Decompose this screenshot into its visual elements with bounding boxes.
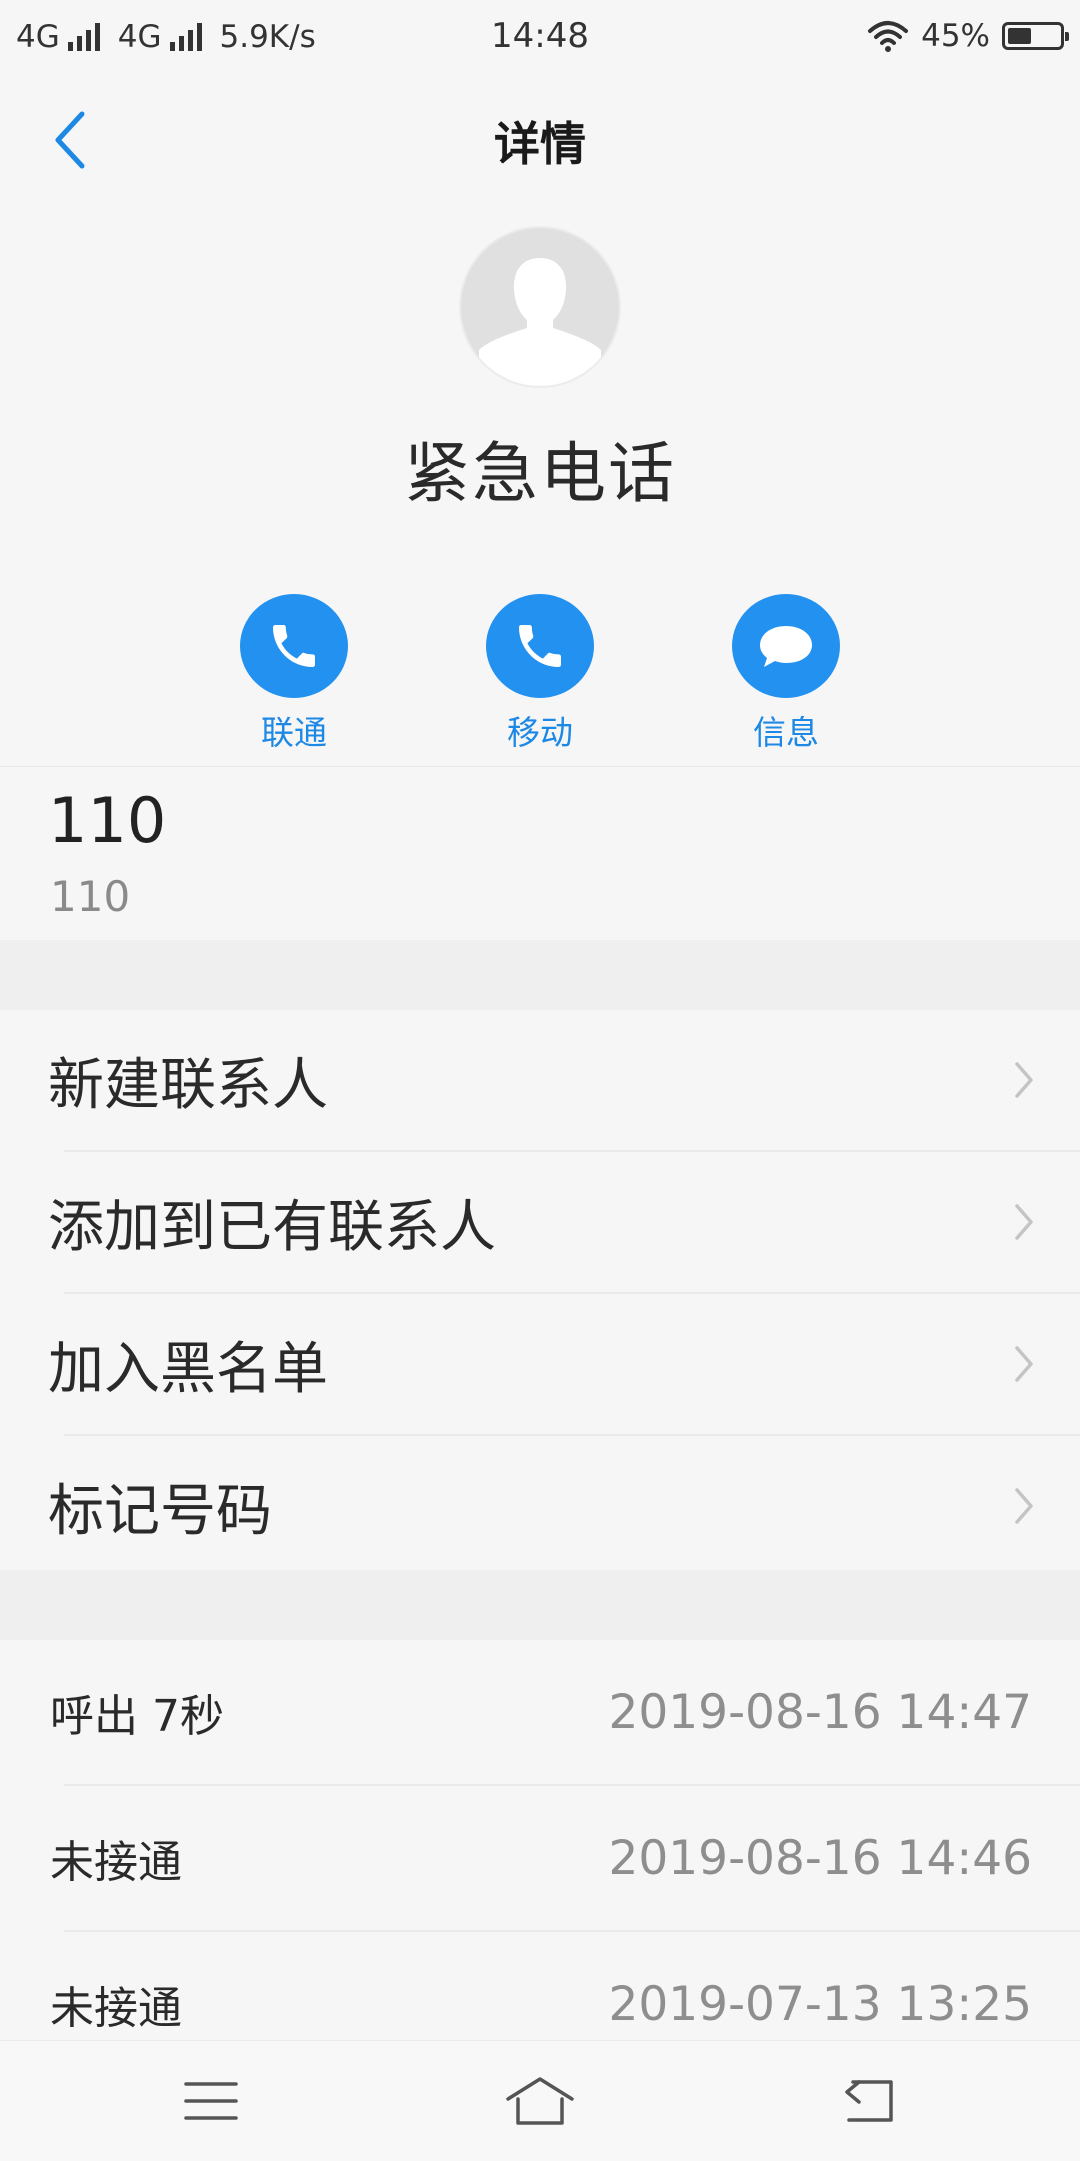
default-avatar-icon — [459, 226, 621, 388]
chevron-right-icon — [1015, 1204, 1033, 1240]
chevron-right-icon — [1015, 1346, 1033, 1382]
phone-icon — [273, 625, 315, 667]
action-label: 信息 — [753, 713, 819, 752]
call-type: 未接通 — [50, 1983, 182, 2034]
call-time: 2019-08-16 14:46 — [608, 1830, 1032, 1886]
add-to-blacklist-item[interactable]: 加入黑名单 — [48, 1292, 1080, 1434]
divider — [0, 766, 1080, 767]
action-menu: 新建联系人 添加到已有联系人 加入黑名单 标记号码 — [0, 1010, 1080, 1576]
status-right: 45% — [867, 14, 1069, 58]
call-log-row[interactable]: 未接通 2019-08-16 14:46 — [50, 1784, 1080, 1930]
menu-item-label: 加入黑名单 — [48, 1336, 328, 1402]
wifi-icon — [868, 21, 909, 52]
call-time: 2019-08-16 14:47 — [608, 1684, 1032, 1740]
menu-icon — [184, 2082, 238, 2120]
call-log-row[interactable]: 呼出 7秒 2019-08-16 14:47 — [0, 1640, 1080, 1784]
call-time: 2019-07-13 13:25 — [608, 1976, 1032, 2032]
section-separator — [0, 940, 1080, 1010]
phone-icon — [519, 625, 561, 667]
menu-button[interactable] — [151, 2061, 271, 2141]
menu-item-label: 新建联系人 — [48, 1052, 328, 1118]
action-label: 移动 — [507, 713, 573, 752]
home-button[interactable] — [480, 2061, 600, 2141]
message-button[interactable]: 信息 — [701, 594, 871, 754]
mark-number-item[interactable]: 标记号码 — [48, 1434, 1080, 1576]
menu-item-label: 添加到已有联系人 — [48, 1194, 496, 1260]
call-mobile-button[interactable]: 移动 — [455, 594, 625, 754]
action-label: 联通 — [261, 713, 327, 752]
back-icon — [845, 2080, 893, 2122]
home-icon — [506, 2077, 574, 2125]
call-type: 未接通 — [50, 1837, 182, 1888]
chevron-right-icon — [1015, 1062, 1033, 1098]
page-title: 详情 — [494, 117, 586, 171]
call-log: 呼出 7秒 2019-08-16 14:47 未接通 2019-08-16 14… — [0, 1640, 1080, 2076]
navigation-bar — [0, 2040, 1080, 2161]
section-separator — [0, 1570, 1080, 1640]
new-contact-item[interactable]: 新建联系人 — [0, 1010, 1080, 1150]
contact-name: 紧急电话 — [404, 435, 676, 512]
phone-number-secondary: 110 — [50, 872, 131, 921]
status-bar: 4G 4G 5.9K/s 14:48 45% — [0, 0, 1080, 74]
call-unicom-button[interactable]: 联通 — [209, 594, 379, 754]
chevron-right-icon — [1015, 1488, 1033, 1524]
battery-percent: 45% — [921, 18, 990, 54]
menu-item-label: 标记号码 — [48, 1478, 272, 1544]
system-back-button[interactable] — [809, 2061, 929, 2141]
add-to-existing-contact-item[interactable]: 添加到已有联系人 — [48, 1150, 1080, 1292]
message-icon — [760, 626, 812, 667]
battery-level — [1008, 28, 1031, 44]
call-type: 呼出 7秒 — [50, 1691, 224, 1742]
battery-icon — [1002, 22, 1069, 50]
phone-number[interactable]: 110 — [48, 784, 166, 857]
